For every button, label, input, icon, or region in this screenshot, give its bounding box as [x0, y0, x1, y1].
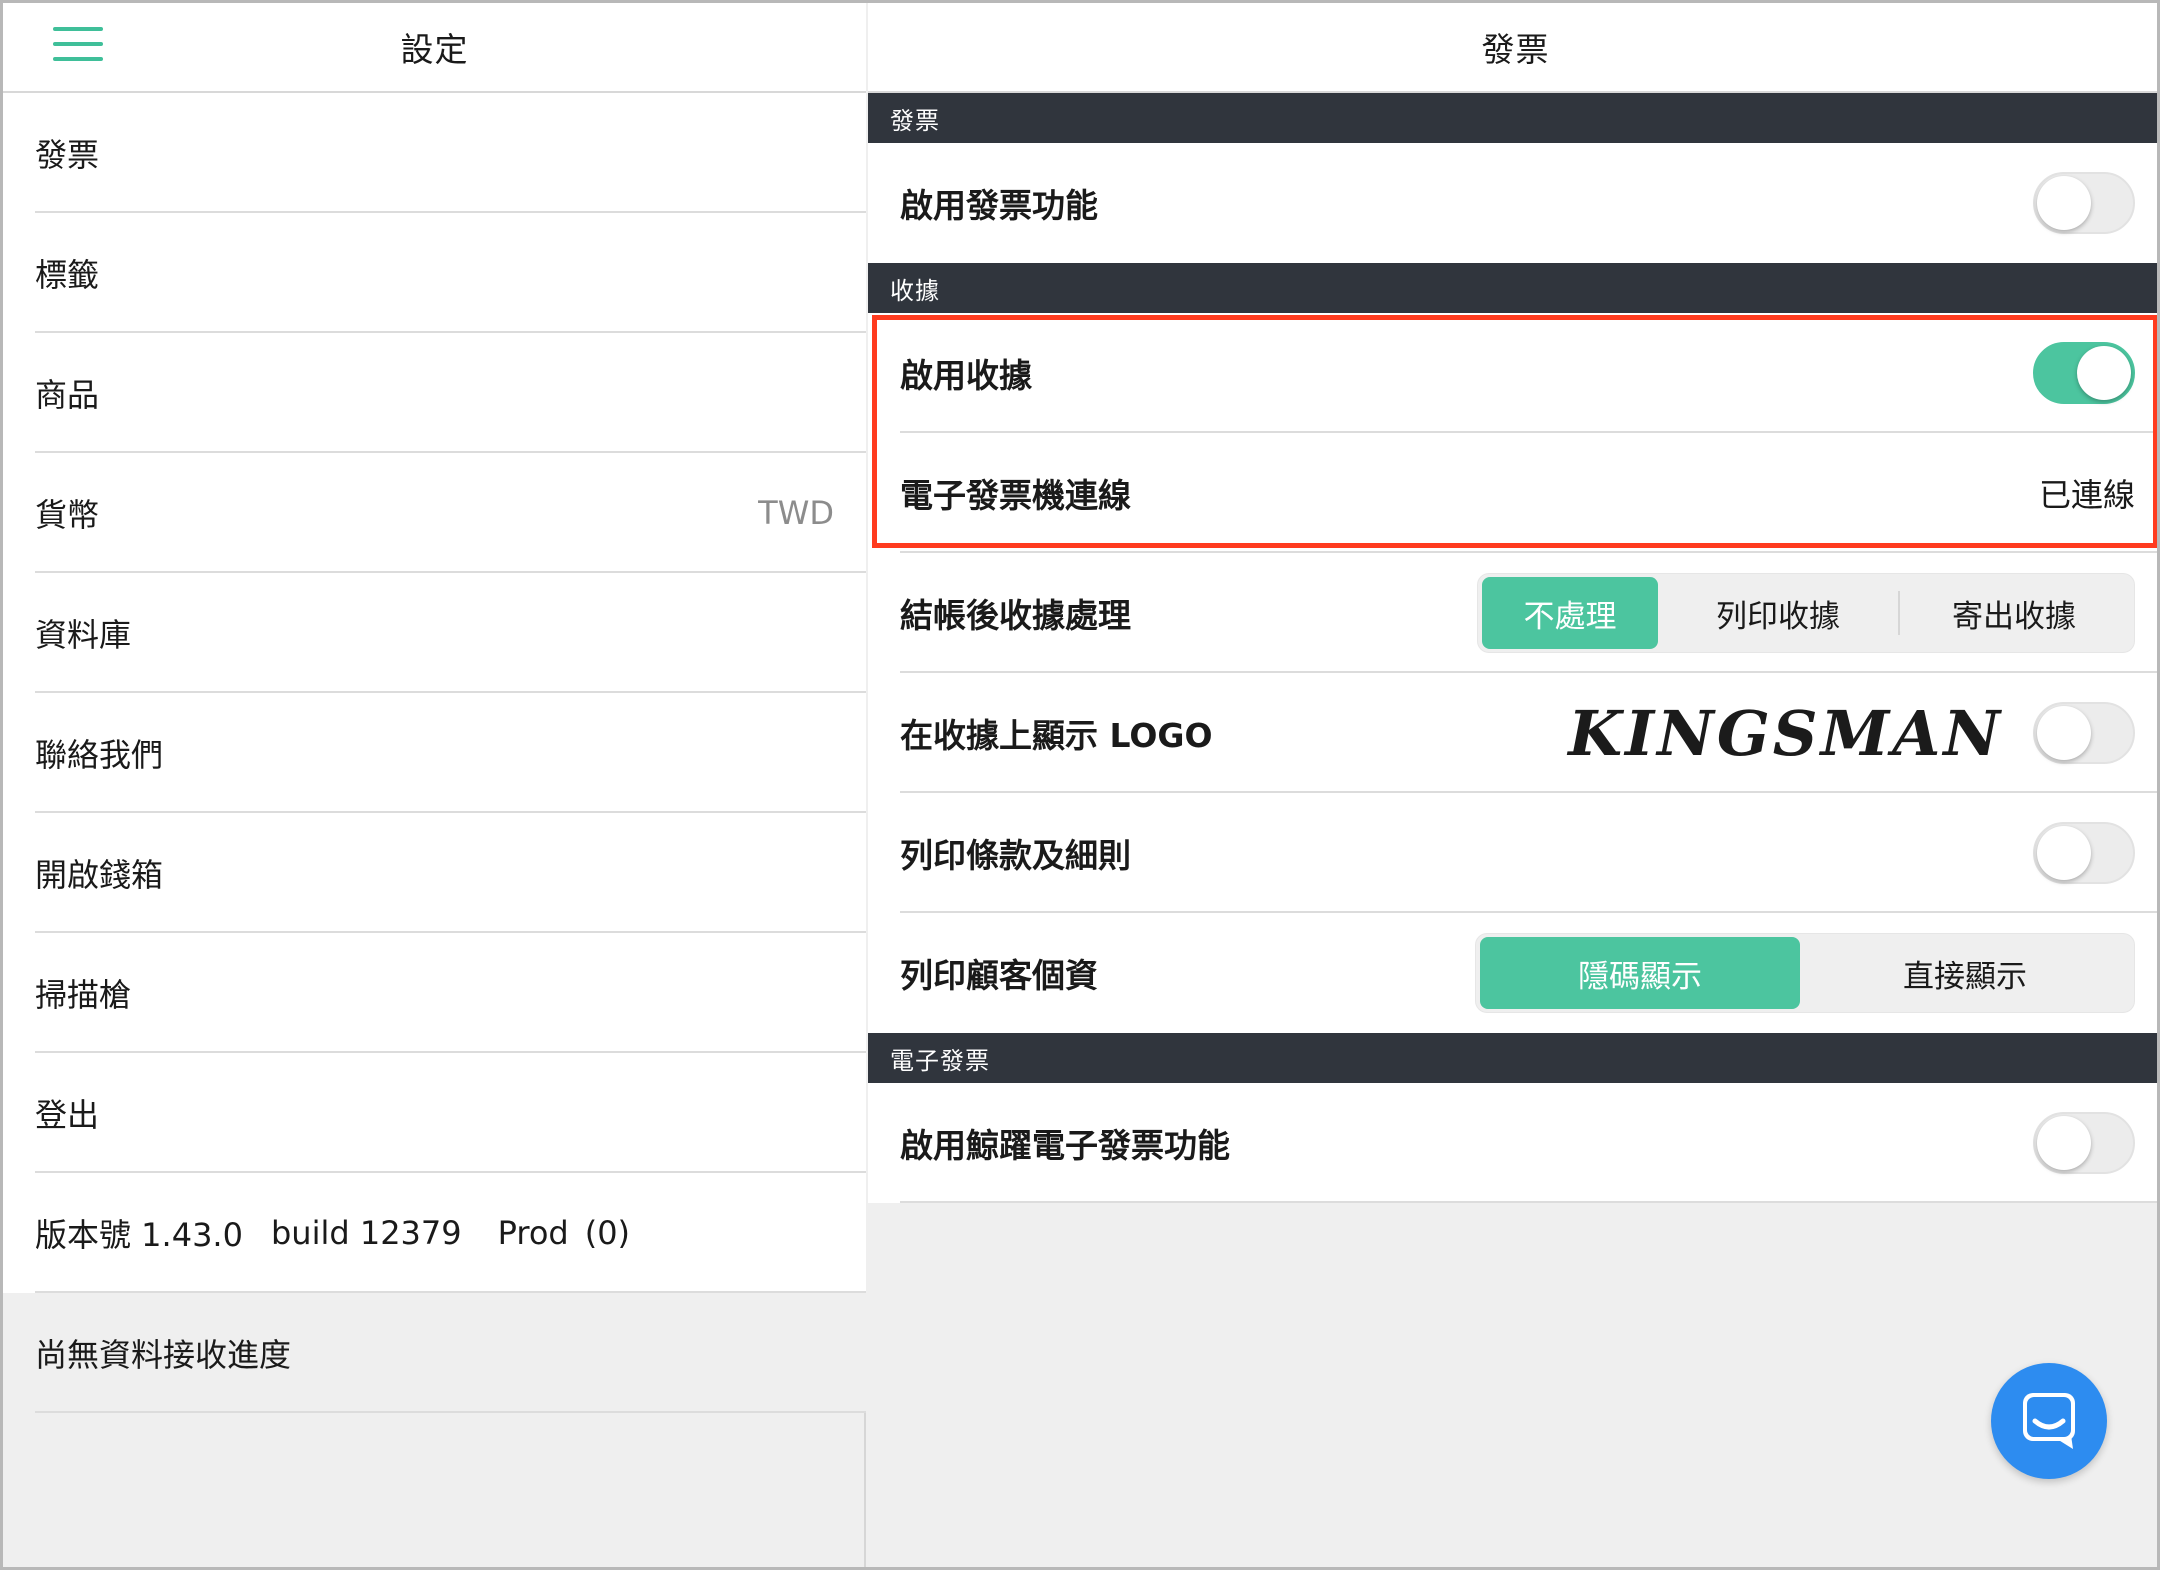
menu-item-products[interactable]: 商品 [3, 333, 866, 453]
print-terms-toggle[interactable] [2033, 822, 2135, 884]
build-number: build 12379 [270, 1214, 462, 1252]
enable-invoice-toggle[interactable] [2033, 172, 2135, 234]
panel-title: 發票 [1481, 30, 1550, 69]
enable-receipt-row: 啟用收據 [868, 313, 2157, 433]
menu-item-label: 發票 [35, 136, 100, 174]
print-customer-segmented: 隱碼顯示 直接顯示 [1475, 933, 2135, 1013]
right-header: 發票 [868, 3, 2157, 93]
enable-receipt-toggle[interactable] [2033, 342, 2135, 404]
show-logo-toggle[interactable] [2033, 702, 2135, 764]
menu-line [53, 27, 103, 31]
section-header-invoice: 發票 [868, 93, 2157, 143]
menu-item-label: 資料庫 [35, 616, 132, 654]
sync-status-label: 尚無資料接收進度 [35, 1336, 292, 1374]
show-logo-label: 在收據上顯示 LOGO [900, 716, 1213, 755]
enable-whale-toggle[interactable] [2033, 1112, 2135, 1174]
print-customer-row: 列印顧客個資 隱碼顯示 直接顯示 [868, 913, 2157, 1033]
menu-item-label: 登出 [35, 1096, 100, 1134]
environment: Prod [497, 1214, 569, 1252]
pending-count: (0) [584, 1214, 631, 1252]
menu-item-label: 標籤 [35, 256, 100, 294]
show-logo-row: 在收據上顯示 LOGO KINGSMAN [868, 673, 2157, 793]
toggle-knob [2037, 176, 2091, 230]
section-header-einvoice: 電子發票 [868, 1033, 2157, 1083]
menu-item-open-cash-drawer[interactable]: 開啟錢箱 [3, 813, 866, 933]
enable-whale-label: 啟用鯨躍電子發票功能 [900, 1126, 1230, 1165]
enable-invoice-row: 啟用發票功能 [868, 143, 2157, 263]
menu-item-logout[interactable]: 登出 [3, 1053, 866, 1173]
toggle-knob [2037, 826, 2091, 880]
toggle-knob [2037, 1116, 2091, 1170]
kingsman-logo: KINGSMAN [1568, 696, 2003, 770]
settings-sidebar: 設定 發票 標籤 商品 貨幣 TWD 資料庫 聯絡我們 開啟錢箱 掃描槍 登出 … [3, 3, 866, 1567]
menu-item-label: 掃描槍 [35, 976, 132, 1014]
menu-item-labels[interactable]: 標籤 [3, 213, 866, 333]
option-direct[interactable]: 直接顯示 [1800, 937, 2130, 1009]
enable-whale-row: 啟用鯨躍電子發票功能 [868, 1083, 2157, 1203]
menu-line [53, 57, 103, 61]
menu-item-database[interactable]: 資料庫 [3, 573, 866, 693]
connection-status: 已連線 [2038, 476, 2135, 514]
left-header: 設定 [3, 3, 866, 93]
enable-invoice-label: 啟用發票功能 [900, 186, 1098, 225]
sync-status: 尚無資料接收進度 [3, 1293, 866, 1413]
option-masked[interactable]: 隱碼顯示 [1480, 937, 1800, 1009]
menu-item-invoice[interactable]: 發票 [3, 93, 866, 213]
toggle-knob [2077, 346, 2131, 400]
menu-item-label: 商品 [35, 376, 100, 414]
enable-receipt-label: 啟用收據 [900, 356, 1032, 395]
app-window: 設定 發票 標籤 商品 貨幣 TWD 資料庫 聯絡我們 開啟錢箱 掃描槍 登出 … [0, 0, 2160, 1570]
menu-item-currency[interactable]: 貨幣 TWD [3, 453, 866, 573]
menu-line [53, 42, 103, 46]
settings-title: 設定 [400, 30, 469, 69]
menu-item-label: 聯絡我們 [35, 736, 164, 774]
chat-bubble-icon [2023, 1393, 2075, 1449]
settings-menu: 發票 標籤 商品 貨幣 TWD 資料庫 聯絡我們 開啟錢箱 掃描槍 登出 版本號… [3, 93, 866, 1413]
currency-value: TWD [758, 494, 834, 532]
version-number: 版本號 1.43.0 [35, 1216, 243, 1254]
after-checkout-label: 結帳後收據處理 [900, 596, 1131, 635]
hamburger-menu-icon[interactable] [53, 27, 103, 61]
print-terms-row: 列印條款及細則 [868, 793, 2157, 913]
version-info: 版本號 1.43.0 build 12379 Prod (0) [3, 1173, 866, 1293]
toggle-knob [2037, 706, 2091, 760]
settings-list: 發票 啟用發票功能 收據 啟用收據 電子發票機連線 已連線 結帳後收據處理 不處… [868, 93, 2157, 1203]
print-customer-label: 列印顧客個資 [900, 956, 1098, 995]
option-print-receipt[interactable]: 列印收據 [1658, 577, 1898, 649]
print-terms-label: 列印條款及細則 [900, 836, 1131, 875]
menu-item-label: 貨幣 [35, 496, 100, 534]
option-send-receipt[interactable]: 寄出收據 [1898, 577, 2130, 649]
after-checkout-row: 結帳後收據處理 不處理 列印收據 寄出收據 [868, 553, 2157, 673]
invoice-settings-panel: 發票 發票 啟用發票功能 收據 啟用收據 電子發票機連線 已連線 結帳後收據處理… [868, 3, 2157, 1567]
einvoice-connection-label: 電子發票機連線 [900, 476, 1131, 515]
menu-item-contact-us[interactable]: 聯絡我們 [3, 693, 866, 813]
chat-button[interactable] [1991, 1363, 2107, 1479]
after-checkout-segmented: 不處理 列印收據 寄出收據 [1477, 573, 2135, 653]
menu-item-scanner[interactable]: 掃描槍 [3, 933, 866, 1053]
einvoice-connection-row[interactable]: 電子發票機連線 已連線 [868, 433, 2157, 553]
section-header-receipt: 收據 [868, 263, 2157, 313]
option-no-action[interactable]: 不處理 [1482, 577, 1658, 649]
menu-item-label: 開啟錢箱 [35, 856, 164, 894]
